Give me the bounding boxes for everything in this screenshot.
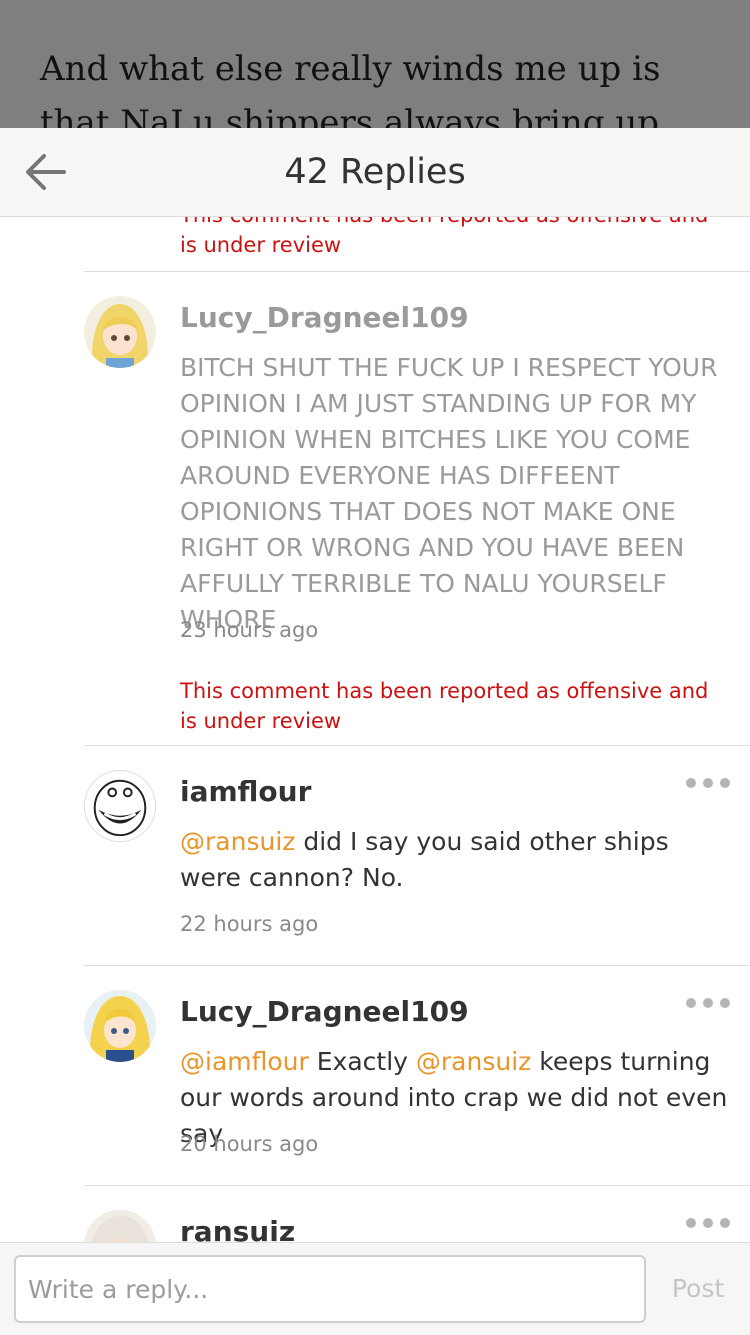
comment-time: 20 hours ago: [180, 1132, 319, 1156]
reported-notice: This comment has been reported as offens…: [180, 679, 709, 733]
post-button[interactable]: Post: [652, 1255, 744, 1323]
comment-author[interactable]: ransuiz: [180, 1214, 295, 1242]
mention-link[interactable]: @iamflour: [180, 1047, 309, 1076]
story-text: And what else really winds me up is that…: [40, 49, 661, 128]
more-options-button[interactable]: [686, 996, 730, 1010]
more-options-button[interactable]: [686, 1216, 730, 1230]
back-button[interactable]: [18, 146, 74, 198]
mention-link[interactable]: @ransuiz: [416, 1047, 531, 1076]
comment-time: 22 hours ago: [180, 912, 319, 936]
mention-link[interactable]: @ransuiz: [180, 827, 295, 856]
story-background: And what else really winds me up is that…: [0, 0, 750, 128]
reply-input[interactable]: [14, 1255, 646, 1323]
comment-body: @ransuiz did I say you said other ships …: [180, 824, 728, 896]
comment-author[interactable]: Lucy_Dragneel109: [180, 300, 469, 336]
avatar[interactable]: [84, 1210, 156, 1242]
avatar[interactable]: [84, 990, 156, 1062]
comment-author[interactable]: Lucy_Dragneel109: [180, 994, 469, 1030]
replies-sheet: 42 Replies This comment has been reporte…: [0, 128, 750, 1242]
more-options-button[interactable]: [686, 776, 730, 790]
replies-title: 42 Replies: [284, 152, 466, 192]
divider: [84, 745, 750, 746]
avatar-white-hair-icon: [84, 1210, 156, 1242]
comment-author[interactable]: iamflour: [180, 774, 311, 810]
comment-body: BITCH SHUT THE FUCK UP I RESPECT YOUR OP…: [180, 353, 718, 634]
avatar[interactable]: [84, 770, 156, 842]
avatar-blonde-girl-icon: [84, 990, 156, 1062]
comment-text: Exactly: [308, 1047, 416, 1076]
divider: [84, 965, 750, 966]
reply-bar: Post: [0, 1242, 750, 1335]
divider: [84, 271, 750, 272]
arrow-left-icon: [26, 154, 66, 190]
avatar[interactable]: [84, 296, 156, 368]
replies-header: 42 Replies: [0, 128, 750, 217]
avatar-meme-face-icon: [85, 771, 155, 841]
divider: [84, 1185, 750, 1186]
comment-time: 23 hours ago: [180, 618, 319, 642]
avatar-blonde-girl-icon: [84, 296, 156, 368]
